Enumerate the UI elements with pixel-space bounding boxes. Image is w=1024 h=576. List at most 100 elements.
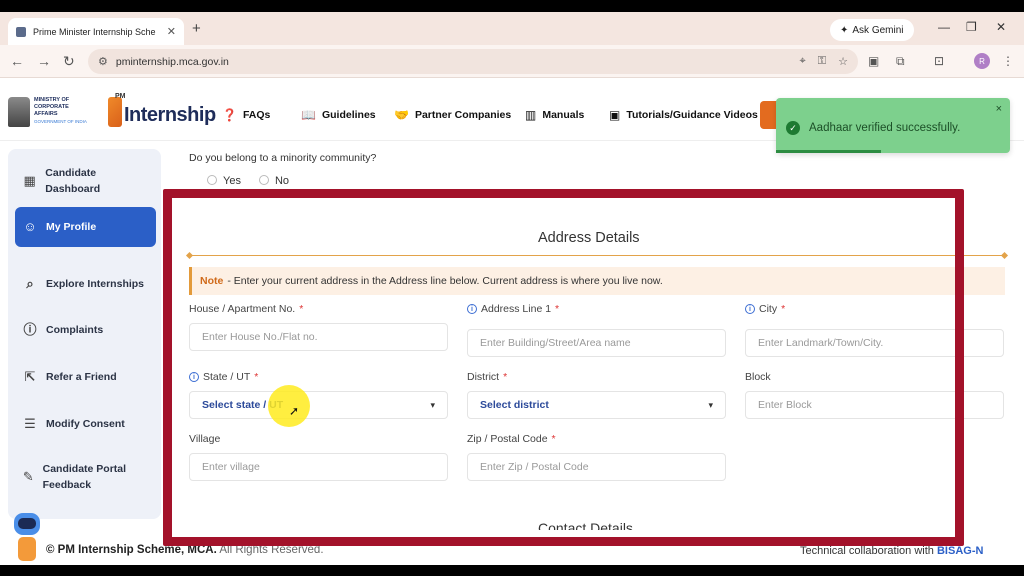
ask-gemini-label: Ask Gemini: [852, 24, 904, 36]
nav-label: Tutorials/Guidance Videos: [626, 109, 758, 121]
browser-toolbar: ← → ↻ ⚙ pminternship.mca.gov.in ⌖ ⚿ ☆ ▣ …: [0, 45, 1024, 78]
handshake-icon: 🤝: [394, 108, 409, 122]
nav-guidelines[interactable]: 📖 Guidelines: [301, 108, 376, 122]
block-input[interactable]: Enter Block: [745, 391, 1004, 419]
chatbot-robot-icon[interactable]: [10, 507, 44, 565]
required-mark: *: [254, 371, 259, 383]
site-info-icon[interactable]: ⚙: [98, 55, 108, 68]
extension-icon[interactable]: ▣: [868, 54, 879, 68]
sidebar-item-candidate-dashboard[interactable]: ▦ Candidate Dashboard: [15, 161, 156, 201]
emblem-icon: [8, 97, 30, 127]
browser-tab[interactable]: Prime Minister Internship Sche ✕: [8, 18, 184, 45]
required-mark: *: [299, 303, 304, 315]
zip-label: Zip / Postal Code *: [467, 433, 556, 445]
required-mark: *: [503, 371, 508, 383]
sidebar-item-my-profile[interactable]: ☺ My Profile: [15, 207, 156, 247]
info-icon[interactable]: i: [189, 372, 199, 382]
favicon-icon: [16, 26, 26, 37]
state-select[interactable]: Select state / UT ▾: [189, 391, 448, 419]
bookmark-star-icon[interactable]: ☆: [838, 55, 848, 68]
radio-circle-icon: [207, 175, 217, 185]
browser-window: Prime Minister Internship Sche ✕ + ✦ Ask…: [0, 12, 1024, 565]
sidebar-item-candidate-portal-feedback[interactable]: ✎ Candidate Portal Feedback: [15, 457, 156, 497]
sidebar-item-modify-consent[interactable]: ☰ Modify Consent: [15, 404, 156, 444]
house-input[interactable]: Enter House No./Flat no.: [189, 323, 448, 351]
sidebar-item-refer-a-friend[interactable]: ⇱ Refer a Friend: [15, 357, 156, 397]
nav-tutorials[interactable]: ▣ Tutorials/Guidance Videos: [609, 108, 758, 122]
toast-close-icon[interactable]: ×: [996, 103, 1002, 115]
zip-input[interactable]: Enter Zip / Postal Code: [467, 453, 726, 481]
sparkle-icon: ✦: [840, 24, 849, 36]
collab-org-link[interactable]: BISAG-N: [937, 545, 983, 557]
chevron-down-icon: ▾: [708, 399, 713, 410]
nav-partner-companies[interactable]: 🤝 Partner Companies: [394, 108, 511, 122]
mca-logo-gov: GOVERNMENT OF INDIA: [34, 119, 87, 124]
video-icon: ▣: [609, 108, 621, 122]
minority-radio-group: Yes No: [207, 175, 289, 187]
sidebar-item-label: Candidate Portal Feedback: [42, 463, 127, 491]
address-bar[interactable]: ⚙ pminternship.mca.gov.in ⌖ ⚿ ☆: [88, 49, 858, 74]
section-divider: [189, 255, 1005, 256]
forward-icon[interactable]: →: [37, 53, 51, 69]
close-window-icon[interactable]: ✕: [996, 20, 1006, 34]
location-icon[interactable]: ⌖: [800, 55, 806, 68]
village-label-text: Village: [189, 433, 221, 445]
sidebar-item-label: Candidate Dashboard: [45, 167, 101, 195]
tab-title: Prime Minister Internship Sche: [33, 26, 156, 37]
puzzle-icon[interactable]: ⧉: [896, 54, 905, 69]
nav-manuals[interactable]: ▥ Manuals: [525, 108, 584, 122]
close-tab-icon[interactable]: ✕: [167, 25, 176, 38]
radio-yes[interactable]: Yes: [207, 175, 241, 187]
city-label-text: City: [759, 303, 778, 315]
info-icon[interactable]: i: [745, 304, 755, 314]
note-label: Note: [200, 275, 224, 287]
grid-icon: ▦: [23, 173, 36, 188]
minimize-icon[interactable]: —: [938, 20, 950, 34]
mouse-cursor-icon: ➚: [289, 404, 300, 418]
sidebar-item-explore-internships[interactable]: ⌕ Explore Internships: [15, 264, 156, 304]
contact-details-title: Contact Details: [538, 520, 633, 530]
pm-internship-logo[interactable]: PM Internship: [108, 93, 216, 127]
profile-avatar[interactable]: R: [974, 53, 990, 69]
sidebar-item-label: Complaints: [46, 324, 104, 336]
collab-text: Technical collaboration with: [800, 545, 934, 557]
success-toast: ✓ Aadhaar verified successfully. ×: [776, 98, 1010, 153]
ask-gemini-button[interactable]: ✦ Ask Gemini: [830, 19, 914, 41]
mca-logo-line: AFFAIRS: [34, 111, 58, 117]
password-key-icon[interactable]: ⚿: [818, 55, 826, 68]
radio-no-label: No: [274, 175, 290, 187]
question-icon: ❓: [222, 108, 237, 122]
menu-kebab-icon[interactable]: ⋮: [1002, 54, 1014, 68]
zip-label-text: Zip / Postal Code: [467, 433, 548, 445]
city-input[interactable]: Enter Landmark/Town/City.: [745, 329, 1004, 357]
pm-logo-mark-icon: [108, 97, 122, 127]
required-mark: *: [555, 303, 560, 315]
search-icon: ⌕: [26, 276, 34, 291]
district-label: District *: [467, 371, 507, 383]
tab-search-icon[interactable]: ⊡: [934, 54, 944, 68]
radio-no[interactable]: No: [258, 175, 290, 187]
new-tab-button[interactable]: +: [192, 20, 201, 37]
restore-icon[interactable]: ❐: [966, 20, 977, 34]
collaboration-text: Technical collaboration with BISAG-N: [800, 545, 983, 557]
back-icon[interactable]: ←: [10, 53, 24, 69]
nav-faqs[interactable]: ❓ FAQs: [222, 108, 270, 122]
section-title: Address Details: [538, 230, 640, 246]
chevron-down-icon: ▾: [430, 399, 435, 410]
block-label-text: Block: [745, 371, 771, 383]
check-circle-icon: ✓: [786, 121, 800, 135]
info-icon: ⓘ: [23, 322, 37, 337]
info-icon[interactable]: i: [467, 304, 477, 314]
sidebar-item-complaints[interactable]: ⓘ Complaints: [15, 310, 156, 350]
village-input[interactable]: Enter village: [189, 453, 448, 481]
copyright-text: © PM Internship Scheme, MCA. All Rights …: [46, 544, 324, 556]
minority-question: Do you belong to a minority community?: [189, 152, 377, 164]
state-label: i State / UT *: [189, 371, 258, 383]
sidebar-item-label: My Profile: [46, 221, 97, 233]
reload-icon[interactable]: ↻: [63, 53, 75, 70]
mca-logo[interactable]: MINISTRY OF CORPORATE AFFAIRS GOVERNMENT…: [8, 97, 92, 131]
book-icon: 📖: [301, 108, 316, 122]
address-line-input[interactable]: Enter Building/Street/Area name: [467, 329, 726, 357]
district-select[interactable]: Select district ▾: [467, 391, 726, 419]
toast-message: Aadhaar verified successfully.: [809, 122, 961, 134]
